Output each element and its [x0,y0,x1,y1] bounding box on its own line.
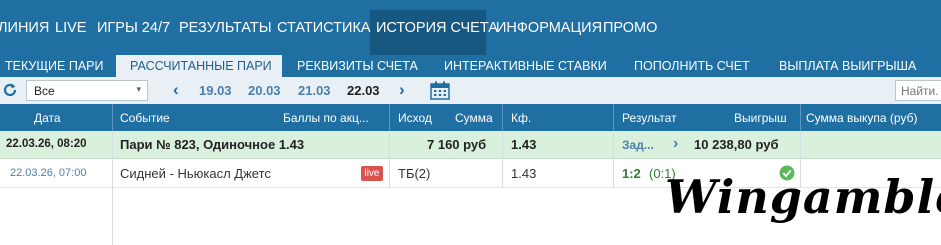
column-header-coefficient[interactable]: Кф. [511,111,531,125]
nav-item-information[interactable]: ИНФОРМАЦИЯ [496,18,602,38]
filter-toolbar: Все ▾ ‹ 19.03 20.03 21.03 22.03 › [0,77,941,104]
column-header-event[interactable]: Событие [120,111,170,125]
column-divider [389,131,390,188]
bet-filter-value: Все [34,84,55,98]
column-header-date[interactable]: Дата [34,111,61,125]
event-date: 22.03.26, 07:00 [10,167,87,179]
column-divider [112,104,113,131]
nav-item-games[interactable]: ИГРЫ 24/7 [97,18,170,38]
bet-date: 22.03.26, 08:20 [6,138,87,150]
column-header-result[interactable]: Результат [622,111,677,125]
column-divider [112,188,113,245]
event-coefficient: 1.43 [511,166,537,181]
tab-settled-bets-label: РАССЧИТАННЫЕ ПАРИ [130,59,272,73]
bet-coefficient: 1.43 [511,137,537,152]
bet-winnings: 10 238,80 руб [694,137,779,152]
search-input[interactable] [895,80,941,101]
column-header-amount[interactable]: Сумма [455,111,493,125]
column-divider [502,104,503,131]
bet-amount: 7 160 руб [427,137,487,152]
date-current[interactable]: 22.03 [347,83,380,98]
tab-deposit[interactable]: ПОПОЛНИТЬ СЧЕТ [634,58,750,74]
event-name[interactable]: Сидней - Ньюкасл Джетс [120,166,271,181]
column-divider [613,104,614,131]
tab-account-details[interactable]: РЕКВИЗИТЫ СЧЕТА [297,58,418,74]
bet-filter-select[interactable]: Все ▾ [26,80,148,101]
tab-interactive-bets[interactable]: ИНТЕРАКТИВНЫЕ СТАВКИ [444,58,607,74]
nav-item-results[interactable]: РЕЗУЛЬТАТЫ [179,18,272,38]
event-outcome: ТБ(2) [398,166,431,181]
column-header-outcome[interactable]: Исход [398,111,432,125]
sub-navigation: РАССЧИТАННЫЕ ПАРИ ТЕКУЩИЕ ПАРИ РЕКВИЗИТЫ… [0,55,941,77]
tab-withdraw[interactable]: ВЫПЛАТА ВЫИГРЫША [779,58,916,74]
date-link[interactable]: 19.03 [199,83,232,98]
nav-item-statistics[interactable]: СТАТИСТИКА [277,18,371,38]
column-header-points[interactable]: Баллы по акц... [283,111,369,125]
top-navigation: ЛИНИЯ LIVE ИГРЫ 24/7 РЕЗУЛЬТАТЫ СТАТИСТИ… [0,0,941,55]
column-header-buyout[interactable]: Сумма выкупа (руб) [806,111,917,125]
column-divider [112,131,113,188]
next-date-icon[interactable]: › [399,80,405,100]
date-link[interactable]: 21.03 [298,83,331,98]
column-divider [800,104,801,131]
column-divider [389,104,390,131]
bet-title[interactable]: Пари № 823, Одиночное 1.43 [120,137,304,152]
calendar-icon[interactable] [430,81,450,100]
tab-current-bets[interactable]: ТЕКУЩИЕ ПАРИ [5,58,104,74]
column-divider [502,131,503,188]
event-score: 1:2 [622,166,641,181]
tab-settled-bets[interactable]: РАССЧИТАННЫЕ ПАРИ [116,55,282,77]
nav-item-live[interactable]: LIVE [55,18,86,38]
bet-result-status[interactable]: Зад... [622,138,654,152]
table-header: Дата Событие Баллы по акц... Исход Сумма… [0,104,941,131]
previous-date-icon[interactable]: ‹ [173,80,179,100]
refresh-icon[interactable] [2,82,18,98]
nav-item-promo[interactable]: ПРОМО [603,18,657,38]
live-badge: live [361,166,383,181]
expand-chevron-icon[interactable]: › [673,135,678,153]
date-link[interactable]: 20.03 [248,83,281,98]
column-divider [613,131,614,188]
watermark-logo: Wingamble [665,170,941,224]
nav-item-line[interactable]: ЛИНИЯ [0,18,49,38]
column-header-winnings[interactable]: Выигрыш [734,111,787,125]
chevron-down-icon: ▾ [136,84,141,94]
nav-item-account-history[interactable]: ИСТОРИЯ СЧЕТА [376,18,498,38]
